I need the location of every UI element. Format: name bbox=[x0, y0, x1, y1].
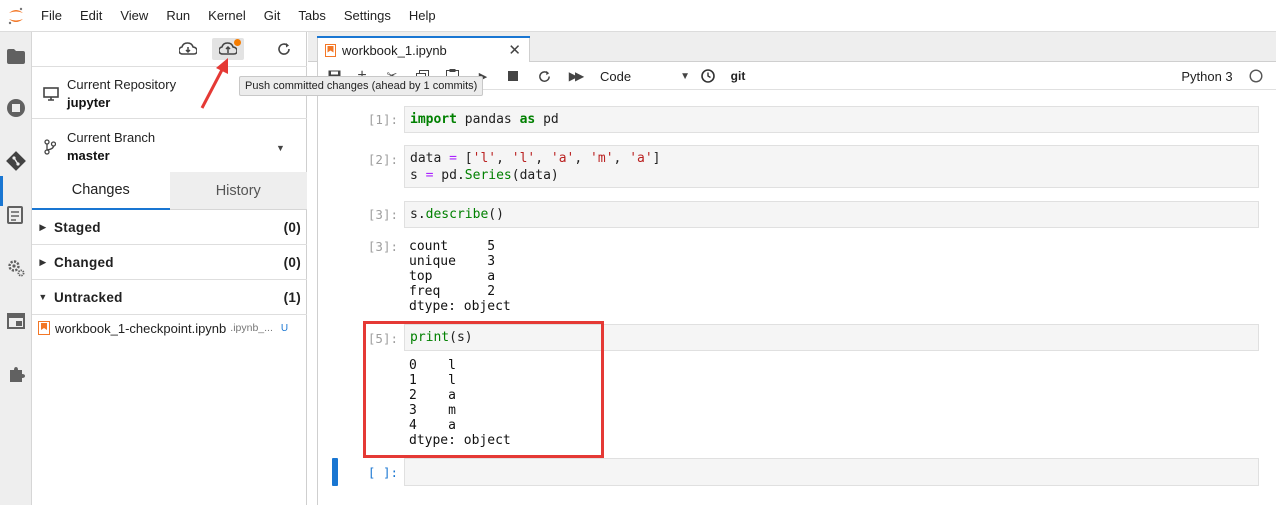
tab-workbook[interactable]: workbook_1.ipynb ✕ bbox=[317, 36, 530, 63]
cloud-download-icon bbox=[179, 42, 197, 55]
menu-run[interactable]: Run bbox=[157, 0, 199, 32]
group-name: Staged bbox=[54, 219, 101, 235]
tab-history[interactable]: History bbox=[169, 172, 307, 210]
cell-input-prompt: [ ]: bbox=[367, 465, 398, 480]
caret-right-icon: ▶ bbox=[39, 221, 47, 232]
refresh-icon bbox=[278, 43, 290, 55]
running-kernels-icon[interactable] bbox=[4, 96, 28, 120]
caret-down-icon: ▼ bbox=[276, 143, 285, 153]
stop-icon[interactable] bbox=[506, 66, 520, 86]
current-repository-value: jupyter bbox=[67, 95, 111, 110]
cell-output-prompt: [3]: bbox=[367, 239, 398, 254]
group-name: Untracked bbox=[54, 289, 123, 305]
menu-settings[interactable]: Settings bbox=[335, 0, 400, 32]
caret-right-icon: ▶ bbox=[39, 256, 47, 267]
cell-output: count 5 unique 3 top a freq 2 dtype: obj… bbox=[409, 239, 511, 314]
chevron-down-icon: ▼ bbox=[680, 70, 690, 82]
folder-icon[interactable] bbox=[4, 44, 28, 68]
file-path: .ipynb_... bbox=[230, 322, 273, 334]
group-count: (1) bbox=[283, 289, 301, 305]
cell-input-prompt: [3]: bbox=[367, 207, 398, 222]
extension-puzzle-icon[interactable] bbox=[4, 362, 28, 386]
menu-edit[interactable]: Edit bbox=[71, 0, 111, 32]
cell-type-value: Code bbox=[600, 68, 632, 84]
property-inspector-icon[interactable] bbox=[4, 203, 28, 227]
push-pending-badge bbox=[234, 39, 241, 46]
current-branch-label: Current Branch bbox=[67, 130, 156, 145]
group-count: (0) bbox=[283, 254, 301, 270]
changes-history-tabs: Changes History bbox=[32, 172, 307, 210]
current-repository-label: Current Repository bbox=[67, 77, 177, 92]
clock-icon[interactable] bbox=[700, 66, 716, 86]
cell-input-prompt: [1]: bbox=[367, 112, 398, 127]
caret-down-icon: ▼ bbox=[38, 292, 48, 302]
jupyter-logo-icon[interactable] bbox=[0, 0, 32, 32]
fast-forward-icon[interactable]: ▶▶ bbox=[566, 66, 584, 86]
red-arrow-annotation-icon bbox=[200, 58, 228, 109]
current-branch-section[interactable]: Current Branch master ▼ bbox=[32, 118, 307, 172]
cell-input-prompt: [2]: bbox=[367, 152, 398, 167]
branch-icon bbox=[44, 139, 56, 155]
git-label[interactable]: git bbox=[728, 66, 748, 86]
changed-group-header[interactable]: ▶ Changed (0) bbox=[32, 245, 307, 280]
highlight-annotation-box bbox=[363, 321, 604, 458]
code-cell-input[interactable] bbox=[404, 458, 1259, 486]
tab-title: workbook_1.ipynb bbox=[342, 42, 447, 58]
close-icon[interactable]: ✕ bbox=[508, 41, 521, 59]
code-cell-input[interactable]: data = ['l', 'l', 'a', 'm', 'a'] s = pd.… bbox=[404, 145, 1259, 188]
file-status-badge: U bbox=[280, 322, 289, 334]
menu-view[interactable]: View bbox=[111, 0, 157, 32]
tabs-icon[interactable] bbox=[4, 309, 28, 333]
active-tab-indicator bbox=[0, 176, 3, 206]
restart-kernel-icon[interactable] bbox=[536, 66, 552, 86]
computer-icon bbox=[43, 87, 59, 101]
git-panel: Current Repository jupyter Current Branc… bbox=[32, 32, 307, 505]
push-tooltip: Push committed changes (ahead by 1 commi… bbox=[239, 76, 484, 96]
menu-git[interactable]: Git bbox=[255, 0, 290, 32]
kernel-status-icon bbox=[1248, 66, 1264, 86]
left-activity-bar bbox=[0, 32, 32, 505]
group-count: (0) bbox=[283, 219, 301, 235]
current-branch-value: master bbox=[67, 148, 110, 163]
code-cell-input[interactable]: s.describe() bbox=[404, 201, 1259, 228]
settings-gear-icon[interactable] bbox=[4, 256, 28, 280]
notebook-file-icon bbox=[325, 43, 336, 57]
group-name: Changed bbox=[54, 254, 114, 270]
git-icon[interactable] bbox=[4, 149, 28, 173]
code-cell-input[interactable]: import pandas as pd bbox=[404, 106, 1259, 133]
staged-group-header[interactable]: ▶ Staged (0) bbox=[32, 210, 307, 245]
untracked-file-row[interactable]: workbook_1-checkpoint.ipynb .ipynb_... U bbox=[32, 316, 307, 340]
menu-file[interactable]: File bbox=[32, 0, 71, 32]
cell-type-select[interactable]: Code ▼ bbox=[600, 66, 690, 86]
kernel-name[interactable]: Python 3 bbox=[1172, 66, 1242, 86]
menu-bar: File Edit View Run Kernel Git Tabs Setti… bbox=[0, 0, 1276, 32]
active-tab-indicator bbox=[317, 36, 530, 38]
refresh-button[interactable] bbox=[268, 38, 300, 60]
menu-help[interactable]: Help bbox=[400, 0, 445, 32]
tab-changes[interactable]: Changes bbox=[32, 172, 170, 210]
file-name: workbook_1-checkpoint.ipynb bbox=[55, 320, 227, 336]
menu-kernel[interactable]: Kernel bbox=[199, 0, 255, 32]
menu-tabs[interactable]: Tabs bbox=[289, 0, 334, 32]
document-tab-bar: workbook_1.ipynb ✕ bbox=[308, 32, 1276, 63]
notebook-file-icon bbox=[38, 321, 50, 335]
untracked-group-header[interactable]: ▼ Untracked (1) bbox=[32, 280, 307, 315]
